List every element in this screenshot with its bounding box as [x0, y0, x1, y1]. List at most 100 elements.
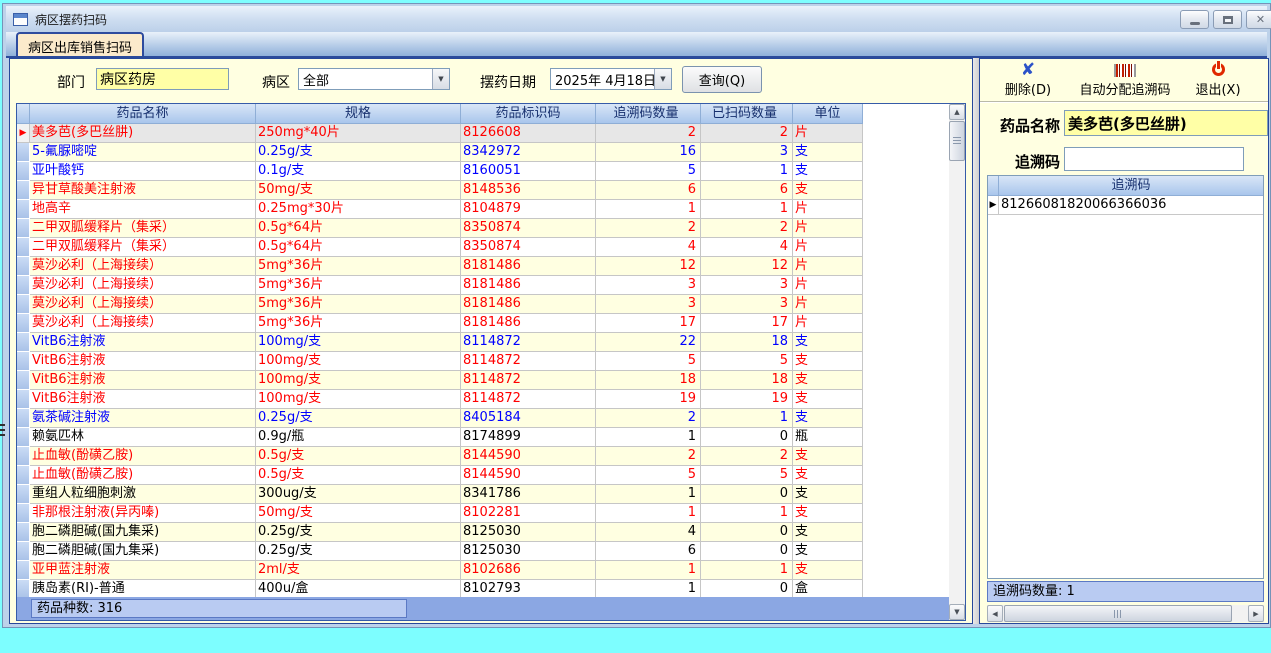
- trace-code-row[interactable]: ▶ 81266081820066366036: [988, 196, 1263, 215]
- drug-row[interactable]: VitB6注射液 100mg/支 8114872 22 18 支: [17, 333, 863, 352]
- cell-trace-qty: 5: [596, 162, 701, 181]
- drug-row[interactable]: VitB6注射液 100mg/支 8114872 19 19 支: [17, 390, 863, 409]
- drug-row[interactable]: 地高辛 0.25mg*30片 8104879 1 1 片: [17, 200, 863, 219]
- cell-drug-code: 8405184: [461, 409, 596, 428]
- drug-row[interactable]: 止血敏(酚磺乙胺) 0.5g/支 8144590 5 5 支: [17, 466, 863, 485]
- minimize-button[interactable]: [1180, 10, 1209, 29]
- dept-label: 部门: [57, 75, 85, 91]
- drug-row[interactable]: 5-氟脲嘧啶 0.25g/支 8342972 16 3 支: [17, 143, 863, 162]
- trace-code-input[interactable]: [1064, 147, 1244, 171]
- cell-drug-name: 亚叶酸钙: [30, 162, 256, 181]
- cell-scanned-qty: 18: [701, 371, 793, 390]
- cell-drug-name: 氨茶碱注射液: [30, 409, 256, 428]
- row-marker: [17, 352, 30, 371]
- cell-spec: 5mg*36片: [256, 276, 461, 295]
- drug-row[interactable]: 莫沙必利（上海接续） 5mg*36片 8181486 12 12 片: [17, 257, 863, 276]
- table-vertical-scrollbar[interactable]: ▲ ▼: [949, 104, 965, 620]
- delete-button[interactable]: ✘ 删除(D): [992, 61, 1064, 101]
- header-trace-qty[interactable]: 追溯码数量: [596, 104, 701, 124]
- drug-table-footer: 药品种数: 316: [17, 597, 951, 620]
- drug-row[interactable]: 亚叶酸钙 0.1g/支 8160051 5 1 支: [17, 162, 863, 181]
- row-marker: [17, 447, 30, 466]
- dept-input[interactable]: [96, 68, 229, 90]
- drug-row[interactable]: 莫沙必利（上海接续） 5mg*36片 8181486 17 17 片: [17, 314, 863, 333]
- drug-row[interactable]: 莫沙必利（上海接续） 5mg*36片 8181486 3 3 片: [17, 295, 863, 314]
- cell-scanned-qty: 19: [701, 390, 793, 409]
- cell-trace-qty: 2: [596, 447, 701, 466]
- drug-row[interactable]: VitB6注射液 100mg/支 8114872 18 18 支: [17, 371, 863, 390]
- cell-scanned-qty: 1: [701, 504, 793, 523]
- cell-scanned-qty: 6: [701, 181, 793, 200]
- tab-ward-outbound-scan[interactable]: 病区出库销售扫码: [16, 32, 145, 56]
- row-marker: [17, 333, 30, 352]
- drug-row[interactable]: 异甘草酸美注射液 50mg/支 8148536 6 6 支: [17, 181, 863, 200]
- cell-drug-name: 亚甲蓝注射液: [30, 561, 256, 580]
- header-scanned-qty[interactable]: 已扫码数量: [701, 104, 793, 124]
- header-unit[interactable]: 单位: [793, 104, 863, 124]
- cell-unit: 支: [793, 523, 863, 542]
- header-spec[interactable]: 规格: [256, 104, 461, 124]
- maximize-button[interactable]: [1213, 10, 1242, 29]
- main-panel: 部门 病区 全部 ▼ 摆药日期 2025年 4月18日 ▼ 查询(Q) 药品名称…: [9, 58, 973, 624]
- cell-scanned-qty: 0: [701, 523, 793, 542]
- drug-row[interactable]: 莫沙必利（上海接续） 5mg*36片 8181486 3 3 片: [17, 276, 863, 295]
- drug-row[interactable]: 胞二磷胆碱(国九集采) 0.25g/支 8125030 4 0 支: [17, 523, 863, 542]
- drug-row[interactable]: 胞二磷胆碱(国九集采) 0.25g/支 8125030 6 0 支: [17, 542, 863, 561]
- cell-spec: 100mg/支: [256, 352, 461, 371]
- cell-unit: 支: [793, 542, 863, 561]
- cell-trace-qty: 2: [596, 219, 701, 238]
- ward-select[interactable]: 全部 ▼: [298, 68, 450, 90]
- cell-trace-qty: 4: [596, 238, 701, 257]
- thumb-grip: [1114, 609, 1122, 618]
- trace-list-title[interactable]: 追溯码: [999, 176, 1263, 196]
- cell-drug-code: 8341786: [461, 485, 596, 504]
- vertical-scrollbar-thumb[interactable]: [949, 121, 965, 161]
- cell-spec: 0.25g/支: [256, 523, 461, 542]
- cell-drug-name: 美多芭(多巴丝肼): [30, 124, 256, 143]
- close-button[interactable]: ✕: [1246, 10, 1271, 29]
- drug-row[interactable]: VitB6注射液 100mg/支 8114872 5 5 支: [17, 352, 863, 371]
- drug-row[interactable]: 氨茶碱注射液 0.25g/支 8405184 2 1 支: [17, 409, 863, 428]
- drug-row[interactable]: 二甲双胍缓释片（集采） 0.5g*64片 8350874 2 2 片: [17, 219, 863, 238]
- cell-trace-qty: 4: [596, 523, 701, 542]
- drug-row[interactable]: 重组人粒细胞刺激 300ug/支 8341786 1 0 支: [17, 485, 863, 504]
- chevron-down-icon[interactable]: ▼: [432, 69, 449, 89]
- trace-list-header: 追溯码: [988, 176, 1263, 196]
- cell-scanned-qty: 2: [701, 124, 793, 143]
- cell-spec: 5mg*36片: [256, 295, 461, 314]
- scroll-right-icon[interactable]: ▶: [1248, 605, 1264, 622]
- drug-row[interactable]: 二甲双胍缓释片（集采） 0.5g*64片 8350874 4 4 片: [17, 238, 863, 257]
- drug-row[interactable]: 亚甲蓝注射液 2ml/支 8102686 1 1 支: [17, 561, 863, 580]
- cell-spec: 0.9g/瓶: [256, 428, 461, 447]
- drug-row[interactable]: 止血敏(酚磺乙胺) 0.5g/支 8144590 2 2 支: [17, 447, 863, 466]
- title-bar: 病区摆药扫码 ✕: [6, 6, 1271, 32]
- cell-unit: 瓶: [793, 428, 863, 447]
- cell-drug-name: 异甘草酸美注射液: [30, 181, 256, 200]
- cell-scanned-qty: 17: [701, 314, 793, 333]
- cell-unit: 支: [793, 181, 863, 200]
- scan-panel: ✘ 删除(D) 自动分配追溯码 退出(X) 药品名称 追溯码: [979, 58, 1269, 624]
- drug-name-field[interactable]: [1064, 110, 1268, 136]
- cell-trace-qty: 1: [596, 504, 701, 523]
- drug-row[interactable]: 非那根注射液(异丙嗪) 50mg/支 8102281 1 1 支: [17, 504, 863, 523]
- header-drug-code[interactable]: 药品标识码: [461, 104, 596, 124]
- dispense-date-select[interactable]: 2025年 4月18日 ▼: [550, 68, 672, 90]
- scroll-left-icon[interactable]: ◀: [987, 605, 1003, 622]
- cell-scanned-qty: 18: [701, 333, 793, 352]
- panel-horizontal-scrollbar[interactable]: ◀ ▶: [987, 605, 1264, 622]
- auto-assign-button[interactable]: 自动分配追溯码: [1064, 61, 1186, 101]
- cell-trace-qty: 18: [596, 371, 701, 390]
- horizontal-scrollbar-thumb[interactable]: [1004, 605, 1232, 622]
- query-button[interactable]: 查询(Q): [682, 66, 762, 93]
- cell-trace-qty: 1: [596, 200, 701, 219]
- drug-row[interactable]: ▶ 美多芭(多巴丝肼) 250mg*40片 8126608 2 2 片: [17, 124, 863, 143]
- exit-button[interactable]: 退出(X): [1186, 61, 1250, 101]
- cell-spec: 5mg*36片: [256, 257, 461, 276]
- chevron-down-icon[interactable]: ▼: [654, 69, 671, 89]
- drug-row[interactable]: 赖氨匹林 0.9g/瓶 8174899 1 0 瓶: [17, 428, 863, 447]
- scroll-up-icon[interactable]: ▲: [949, 104, 965, 120]
- header-drug-name[interactable]: 药品名称: [30, 104, 256, 124]
- scroll-down-icon[interactable]: ▼: [949, 604, 965, 620]
- cell-drug-name: 二甲双胍缓释片（集采）: [30, 238, 256, 257]
- cell-spec: 0.5g*64片: [256, 238, 461, 257]
